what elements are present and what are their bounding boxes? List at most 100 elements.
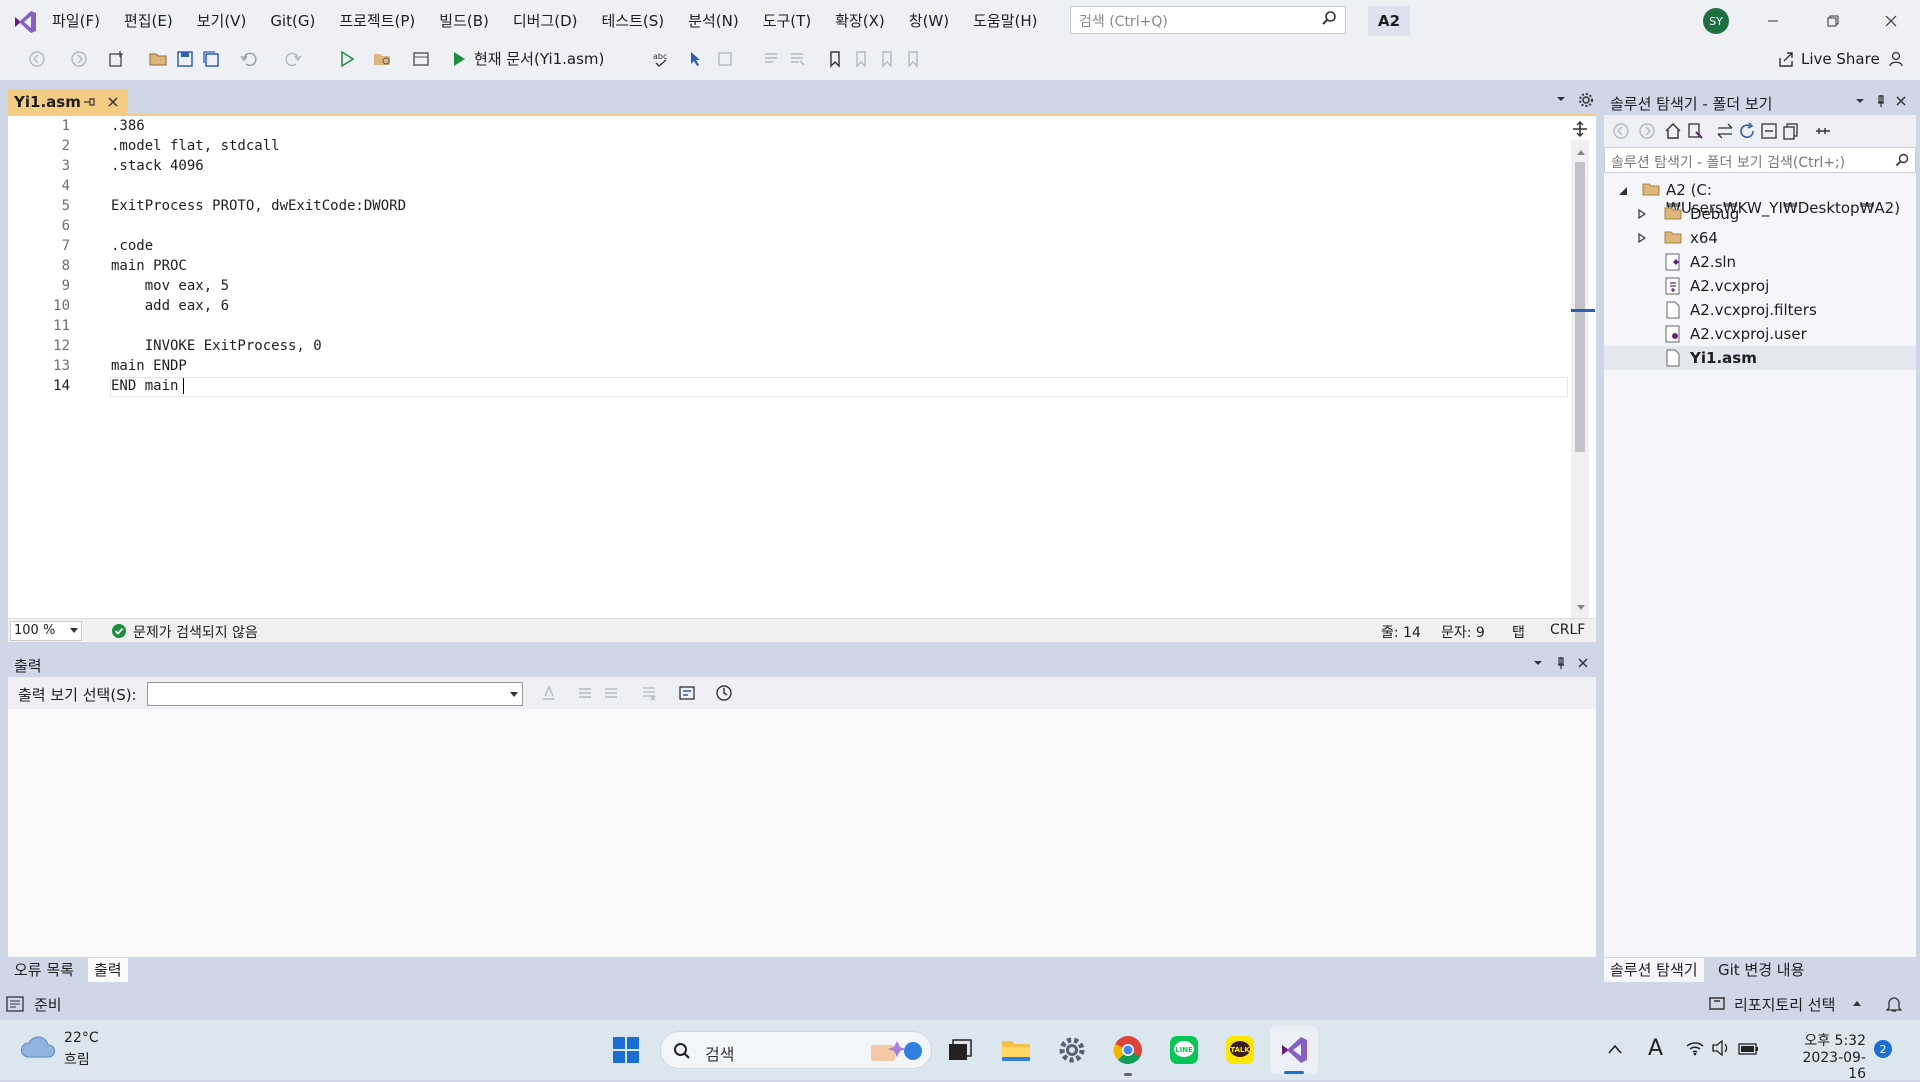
file-explorer-icon[interactable]: [996, 1030, 1036, 1070]
refresh-icon[interactable]: [1738, 122, 1756, 140]
taskbar-search-box[interactable]: 검색: [660, 1031, 932, 1069]
spell-check-icon[interactable]: abc: [648, 46, 674, 72]
column-position[interactable]: 문자: 9: [1441, 622, 1485, 642]
previous-message-icon[interactable]: [572, 680, 598, 706]
panel-dropdown-icon[interactable]: [1532, 657, 1544, 669]
find-message-icon[interactable]: [536, 680, 562, 706]
tree-item-debug[interactable]: Debug: [1604, 202, 1916, 226]
clock-time[interactable]: 오후 5:32: [1786, 1030, 1866, 1050]
code-line[interactable]: .386: [111, 116, 145, 136]
ime-indicator[interactable]: A: [1648, 1036, 1663, 1061]
start-windows-icon[interactable]: [606, 1030, 646, 1070]
scroll-down-icon[interactable]: [1576, 604, 1586, 612]
scroll-up-icon[interactable]: [1576, 148, 1586, 156]
show-timestamps-icon[interactable]: [711, 680, 737, 706]
avatar[interactable]: SY: [1703, 8, 1729, 34]
task-view-icon[interactable]: [940, 1030, 980, 1070]
save-all-icon[interactable]: [198, 46, 224, 72]
menu-window[interactable]: 창(W): [897, 6, 961, 36]
menu-view[interactable]: 보기(V): [185, 6, 259, 36]
tab-git-changes[interactable]: Git 변경 내용: [1712, 958, 1810, 982]
tree-item-filters[interactable]: A2.vcxproj.filters: [1604, 298, 1916, 322]
solution-explorer-search-input[interactable]: 솔루션 탐색기 - 폴더 보기 검색(Ctrl+;): [1604, 147, 1916, 173]
open-file-icon[interactable]: [146, 46, 172, 72]
tree-item-x64[interactable]: x64: [1604, 226, 1916, 250]
notification-count-badge[interactable]: 2: [1874, 1040, 1892, 1058]
issues-status[interactable]: 문제가 검색되지 않음: [133, 622, 258, 642]
bookmark-icon[interactable]: [822, 46, 848, 72]
previous-bookmark-icon[interactable]: [848, 46, 874, 72]
clock-date[interactable]: 2023-09-16: [1786, 1050, 1866, 1082]
live-share-button[interactable]: Live Share: [1777, 46, 1880, 72]
menu-git[interactable]: Git(G): [258, 6, 327, 36]
split-editor-icon[interactable]: [1571, 120, 1589, 138]
feedback-icon[interactable]: [1884, 46, 1910, 72]
pin-icon[interactable]: [1874, 94, 1888, 108]
menu-extensions[interactable]: 확장(X): [823, 6, 897, 36]
indent-mode[interactable]: 탭: [1512, 622, 1525, 642]
tab-error-list[interactable]: 오류 목록: [8, 958, 80, 982]
code-line[interactable]: INVOKE ExitProcess, 0: [111, 336, 322, 356]
visual-studio-taskbar-icon[interactable]: [1274, 1030, 1314, 1070]
collapsed-triangle-icon[interactable]: [1638, 209, 1646, 219]
home-icon[interactable]: [1664, 122, 1682, 140]
tree-item-sln[interactable]: A2.sln: [1604, 250, 1916, 274]
sync-with-active-document-icon[interactable]: [1716, 122, 1734, 140]
editor-settings-gear-icon[interactable]: [1578, 92, 1594, 108]
select-element-icon[interactable]: [684, 46, 710, 72]
menu-project[interactable]: 프로젝트(P): [327, 6, 427, 36]
show-all-files-icon[interactable]: [1782, 122, 1800, 140]
navigate-back-icon[interactable]: [24, 46, 50, 72]
close-window-button[interactable]: [1862, 0, 1920, 42]
menu-debug[interactable]: 디버그(D): [501, 6, 590, 36]
line-position[interactable]: 줄: 14: [1381, 622, 1421, 642]
tree-item-user[interactable]: A2.vcxproj.user: [1604, 322, 1916, 346]
code-line[interactable]: mov eax, 5: [111, 276, 229, 296]
uncomment-lines-icon[interactable]: [784, 46, 810, 72]
expanded-triangle-icon[interactable]: [1618, 186, 1628, 196]
battery-charging-icon[interactable]: [1738, 1040, 1760, 1056]
navigate-forward-icon[interactable]: [66, 46, 92, 72]
next-message-icon[interactable]: [598, 680, 624, 706]
close-tab-icon[interactable]: [106, 95, 120, 109]
next-bookmark-icon[interactable]: [874, 46, 900, 72]
code-line[interactable]: add eax, 6: [111, 296, 229, 316]
volume-icon[interactable]: [1712, 1040, 1730, 1056]
menu-analyze[interactable]: 분석(N): [676, 6, 751, 36]
panel-dropdown-icon[interactable]: [1854, 95, 1866, 107]
tab-overflow-dropdown-icon[interactable]: [1554, 92, 1568, 106]
run-icon[interactable]: [446, 46, 472, 72]
show-hidden-icons-chevron-up-icon[interactable]: [1608, 1044, 1622, 1054]
forward-icon[interactable]: [1638, 122, 1656, 140]
tree-root-folder[interactable]: A2 (C:₩Users₩KW_YI₩Desktop₩A2): [1604, 178, 1916, 217]
settings-gear-icon[interactable]: [1052, 1030, 1092, 1070]
tab-output[interactable]: 출력: [88, 958, 128, 982]
wifi-icon[interactable]: [1686, 1040, 1704, 1056]
tree-item-vcxproj[interactable]: A2.vcxproj: [1604, 274, 1916, 298]
undo-icon[interactable]: [236, 46, 262, 72]
output-window-icon[interactable]: [6, 996, 24, 1012]
tab-yi1-asm[interactable]: Yi1.asm: [8, 89, 128, 115]
restore-button[interactable]: [1804, 0, 1862, 42]
chrome-browser-icon[interactable]: [1108, 1030, 1148, 1070]
save-icon[interactable]: [172, 46, 198, 72]
properties-icon[interactable]: [1814, 122, 1832, 140]
scrollbar-thumb[interactable]: [1575, 162, 1585, 452]
collapsed-triangle-icon[interactable]: [1638, 233, 1646, 243]
output-source-select[interactable]: [147, 682, 523, 706]
select-repository-button[interactable]: 리포지토리 선택: [1734, 994, 1835, 1015]
code-line[interactable]: main PROC: [111, 256, 187, 276]
toggle-word-wrap-icon[interactable]: [674, 680, 700, 706]
code-line[interactable]: .model flat, stdcall: [111, 136, 280, 156]
weather-cloud-icon[interactable]: [20, 1033, 56, 1061]
new-item-icon[interactable]: [104, 46, 130, 72]
close-panel-icon[interactable]: [1894, 94, 1908, 108]
code-line[interactable]: .code: [111, 236, 153, 256]
code-line[interactable]: .stack 4096: [111, 156, 204, 176]
clear-bookmarks-icon[interactable]: [900, 46, 926, 72]
switch-views-icon[interactable]: [1686, 122, 1704, 140]
hot-reload-icon[interactable]: [712, 46, 738, 72]
zoom-dropdown[interactable]: 100 %: [10, 621, 82, 641]
menu-build[interactable]: 빌드(B): [427, 6, 501, 36]
collapse-all-icon[interactable]: [1760, 122, 1778, 140]
